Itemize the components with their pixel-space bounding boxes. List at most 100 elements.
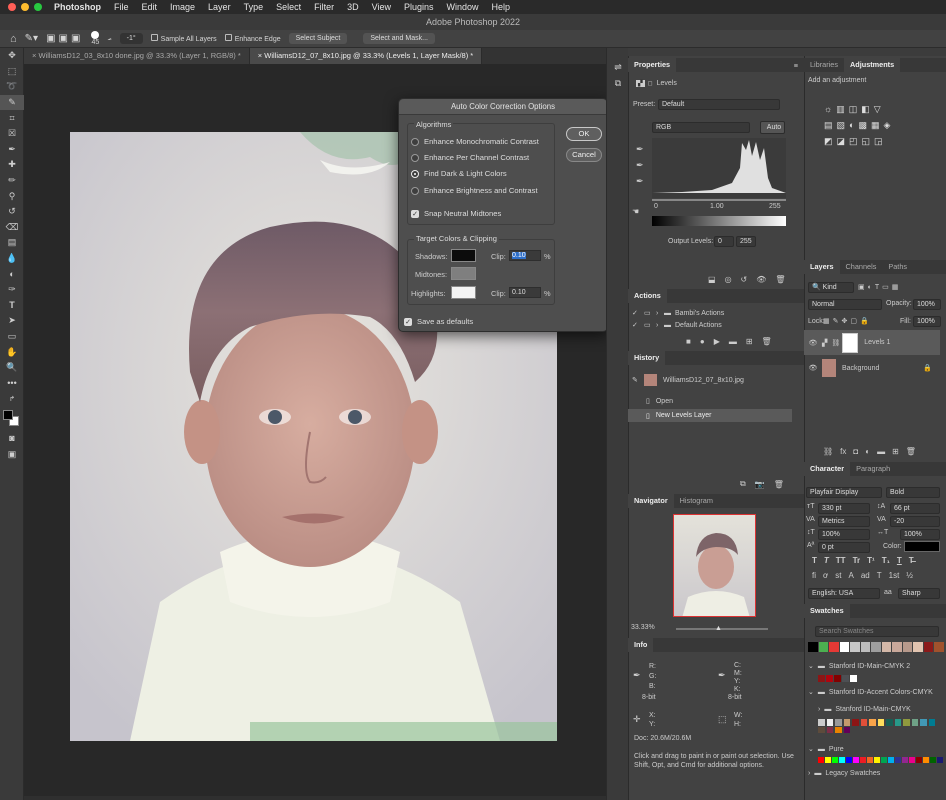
properties-panel-icon[interactable]: ⇌ <box>607 60 629 76</box>
color-swatch[interactable] <box>874 757 880 763</box>
checkmark-icon[interactable]: ✓ <box>632 309 644 317</box>
color-swatch[interactable] <box>839 757 845 763</box>
select-subject-button[interactable]: Select Subject <box>288 33 348 44</box>
crop-tool-icon[interactable]: ⌗ <box>0 110 24 126</box>
quick-selection-tool-icon[interactable]: ✎▾ <box>25 33 38 44</box>
swatch-group-legacy[interactable]: › ▬ Legacy Swatches <box>808 770 880 777</box>
tab-paragraph[interactable]: Paragraph <box>850 462 896 476</box>
more-tools-icon[interactable]: ••• <box>0 375 24 391</box>
search-swatches-input[interactable]: Search Swatches <box>815 626 939 637</box>
layer-filter-dropdown[interactable]: 🔍 Kind <box>808 282 854 293</box>
pen-tool-icon[interactable]: ✑ <box>0 282 24 298</box>
input-black[interactable]: 0 <box>654 203 658 210</box>
visibility-icon[interactable]: 👁 <box>756 275 766 284</box>
play-icon[interactable]: ▶ <box>714 337 720 346</box>
camera-icon[interactable]: 📷 <box>755 480 765 489</box>
tab-navigator[interactable]: Navigator <box>628 494 674 508</box>
save-defaults-checkbox[interactable]: ✓ Save as defaults <box>404 317 473 326</box>
color-swatch[interactable] <box>835 719 842 726</box>
view-previous-icon[interactable]: ◎ <box>725 275 732 284</box>
record-icon[interactable]: ● <box>700 337 705 346</box>
channel-dropdown[interactable]: RGB <box>652 122 750 133</box>
color-swatch[interactable] <box>826 726 833 733</box>
tab-character[interactable]: Character <box>804 462 851 476</box>
color-swatch[interactable] <box>843 719 850 726</box>
action-set-1[interactable]: ✓ ▭ › ▬ Bambi's Actions <box>632 309 724 318</box>
fractions-button[interactable]: ½ <box>906 571 913 580</box>
eyedropper-icons[interactable]: ✒ ✒ ✒ <box>636 141 644 189</box>
menu-filter[interactable]: Filter <box>314 2 334 12</box>
leading-field[interactable]: 66 pt <box>890 503 940 514</box>
select-and-mask-button[interactable]: Select and Mask... <box>363 33 435 44</box>
ligatures-button[interactable]: fi <box>812 571 816 580</box>
color-swatch[interactable] <box>860 757 866 763</box>
tab-layers[interactable]: Layers <box>804 260 840 274</box>
color-swatch[interactable] <box>894 719 901 726</box>
type-tool-icon[interactable]: T <box>0 298 24 314</box>
enhance-edge-checkbox[interactable]: Enhance Edge <box>224 34 281 43</box>
doc-tab-2[interactable]: × WilliamsD12_07_8x10.jpg @ 33.3% (Level… <box>249 48 483 64</box>
input-mid[interactable]: 1.00 <box>710 203 724 210</box>
brush-tool-icon[interactable]: ✏ <box>0 173 24 189</box>
antialias-dropdown[interactable]: Sharp <box>898 588 940 599</box>
radio-monochromatic[interactable]: Enhance Monochromatic Contrast <box>411 137 539 146</box>
panel-menu-icon[interactable]: ≡ <box>794 61 804 70</box>
color-swatch[interactable] <box>934 642 944 652</box>
font-style-dropdown[interactable]: Bold <box>886 487 940 498</box>
color-swatch[interactable] <box>826 675 833 682</box>
visibility-icon[interactable]: 👁 <box>804 339 822 347</box>
history-brush-tool-icon[interactable]: ↺ <box>0 204 24 220</box>
color-swatch[interactable] <box>853 757 859 763</box>
color-swatch[interactable] <box>835 726 842 733</box>
midtones-color-swatch[interactable] <box>451 267 476 280</box>
radio-brightness-contrast[interactable]: Enhance Brightness and Contrast <box>411 186 538 195</box>
tab-actions[interactable]: Actions <box>628 289 667 303</box>
color-swatch[interactable] <box>818 642 828 652</box>
cancel-button[interactable]: Cancel <box>566 148 602 162</box>
color-swatch[interactable] <box>818 757 824 763</box>
trash-icon[interactable]: 🗑 <box>775 275 785 284</box>
highlights-color-swatch[interactable] <box>451 286 476 299</box>
zoom-slider[interactable] <box>676 628 768 630</box>
color-swatch[interactable] <box>928 719 935 726</box>
tab-swatches[interactable]: Swatches <box>804 604 850 618</box>
menu-view[interactable]: View <box>372 2 391 12</box>
color-swatch[interactable] <box>834 675 841 682</box>
recent-swatches[interactable] <box>808 642 945 652</box>
fx-icon[interactable]: fx <box>840 447 846 456</box>
kerning-field[interactable]: Metrics <box>818 516 870 527</box>
color-swatch[interactable] <box>843 726 850 733</box>
color-swatch[interactable] <box>903 719 910 726</box>
menu-app[interactable]: Photoshop <box>54 2 101 12</box>
tab-histogram[interactable]: Histogram <box>674 494 719 508</box>
color-swatch[interactable] <box>909 757 915 763</box>
rectangle-tool-icon[interactable]: ▭ <box>0 329 24 345</box>
screen-mode-icon[interactable]: ▣ <box>0 446 24 462</box>
swatch-group-pure[interactable]: ⌄ ▬ Pure <box>808 745 844 754</box>
vertical-scale-field[interactable]: 100% <box>818 529 870 540</box>
navigator-zoom[interactable]: 33.33% <box>631 624 655 631</box>
superscript-button[interactable]: T¹ <box>867 556 875 565</box>
doc-tab-1[interactable]: × WilliamsD12_03_8x10 done.jpg @ 33.3% (… <box>24 48 250 64</box>
visibility-icon[interactable]: 👁 <box>804 364 822 372</box>
shadow-clip-input[interactable]: 0.10 <box>509 250 541 261</box>
layer-background[interactable]: 👁 Background 🔒 <box>804 358 940 378</box>
menu-select[interactable]: Select <box>276 2 301 12</box>
trash-icon[interactable]: 🗑 <box>906 447 916 456</box>
tracking-field[interactable]: -20 <box>890 516 940 527</box>
color-swatch[interactable] <box>892 642 902 652</box>
menu-type[interactable]: Type <box>244 2 264 12</box>
discretionary-ligatures-button[interactable]: st <box>835 571 841 580</box>
tab-properties[interactable]: Properties <box>628 58 677 72</box>
history-item-open[interactable]: ▯ Open <box>628 395 792 407</box>
adjustment-icons[interactable]: ☼▥◫◧▽ ▤▧◐▩▦◈ ◩◪◰◱◲ <box>824 101 894 149</box>
color-swatch[interactable] <box>850 675 857 682</box>
selection-mode-icons[interactable]: ▣▣▣ <box>46 33 83 44</box>
quick-select-tool-icon[interactable]: ✎ <box>0 94 24 111</box>
tab-libraries[interactable]: Libraries <box>804 58 844 72</box>
color-swatch[interactable] <box>852 719 859 726</box>
color-swatch[interactable] <box>867 757 873 763</box>
color-swatch[interactable] <box>911 719 918 726</box>
radio-per-channel[interactable]: Enhance Per Channel Contrast <box>411 153 529 162</box>
tab-adjustments[interactable]: Adjustments <box>843 58 901 72</box>
